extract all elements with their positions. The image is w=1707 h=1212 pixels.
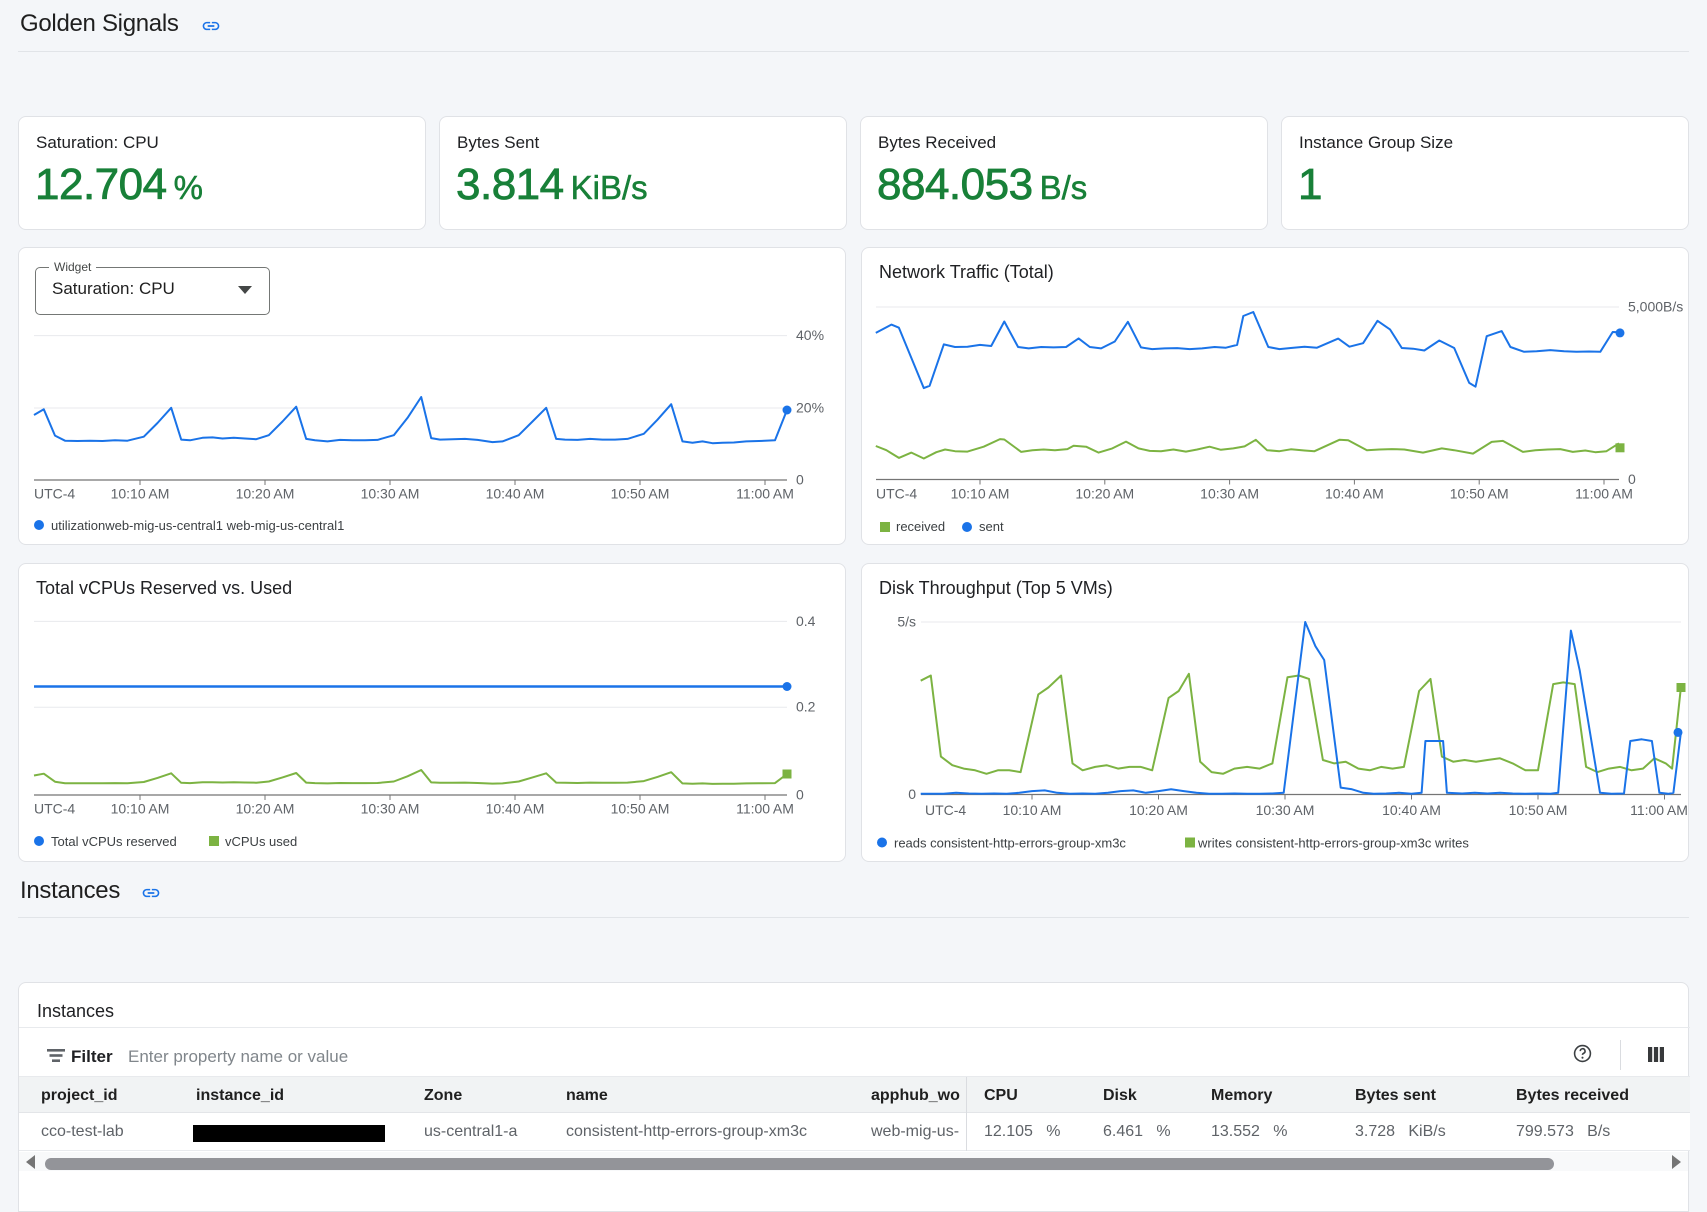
svg-text:5/s: 5/s (897, 614, 916, 630)
svg-text:20%: 20% (796, 400, 824, 416)
svg-text:10:30 AM: 10:30 AM (1200, 486, 1259, 502)
svg-text:10:50 AM: 10:50 AM (1509, 802, 1568, 818)
svg-text:10:30 AM: 10:30 AM (361, 486, 420, 502)
svg-text:11:00 AM: 11:00 AM (736, 486, 794, 502)
svg-text:received: received (896, 519, 945, 534)
svg-text:Total vCPUs reserved: Total vCPUs reserved (51, 834, 177, 849)
svg-text:10:50 AM: 10:50 AM (611, 801, 670, 817)
svg-text:UTC-4: UTC-4 (34, 486, 75, 502)
svg-text:UTC-4: UTC-4 (925, 802, 966, 818)
svg-text:10:20 AM: 10:20 AM (1075, 486, 1134, 502)
svg-text:writes consistent-http-errors-: writes consistent-http-errors-group-xm3c… (1197, 836, 1469, 851)
svg-text:11:00 AM: 11:00 AM (1630, 802, 1688, 818)
svg-text:0: 0 (796, 787, 804, 803)
svg-text:10:30 AM: 10:30 AM (1256, 802, 1315, 818)
svg-text:10:20 AM: 10:20 AM (1129, 802, 1188, 818)
svg-text:vCPUs used: vCPUs used (225, 834, 297, 849)
svg-text:10:50 AM: 10:50 AM (1450, 486, 1509, 502)
svg-text:10:40 AM: 10:40 AM (486, 486, 545, 502)
svg-text:utilizationweb-mig-us-central1: utilizationweb-mig-us-central1 web-mig-u… (51, 518, 344, 533)
svg-text:10:40 AM: 10:40 AM (486, 801, 545, 817)
svg-text:5,000B/s: 5,000B/s (1628, 299, 1683, 315)
svg-text:0: 0 (796, 472, 804, 488)
svg-text:10:10 AM: 10:10 AM (1003, 802, 1062, 818)
svg-text:10:20 AM: 10:20 AM (236, 486, 295, 502)
svg-text:0: 0 (908, 786, 916, 802)
svg-text:10:40 AM: 10:40 AM (1325, 486, 1384, 502)
svg-text:UTC-4: UTC-4 (876, 486, 917, 502)
svg-text:UTC-4: UTC-4 (34, 801, 75, 817)
svg-text:0.4: 0.4 (796, 613, 816, 629)
svg-text:40%: 40% (796, 327, 824, 343)
svg-text:10:20 AM: 10:20 AM (236, 801, 295, 817)
svg-text:10:40 AM: 10:40 AM (1382, 802, 1441, 818)
svg-text:10:10 AM: 10:10 AM (111, 486, 170, 502)
svg-text:10:30 AM: 10:30 AM (361, 801, 420, 817)
svg-text:sent: sent (979, 519, 1004, 534)
svg-text:11:00 AM: 11:00 AM (736, 801, 794, 817)
svg-text:10:50 AM: 10:50 AM (611, 486, 670, 502)
svg-text:reads consistent-http-errors-g: reads consistent-http-errors-group-xm3c (894, 836, 1126, 851)
svg-text:0.2: 0.2 (796, 699, 816, 715)
svg-text:11:00 AM: 11:00 AM (1575, 486, 1633, 502)
svg-text:10:10 AM: 10:10 AM (951, 486, 1010, 502)
svg-text:10:10 AM: 10:10 AM (111, 801, 170, 817)
